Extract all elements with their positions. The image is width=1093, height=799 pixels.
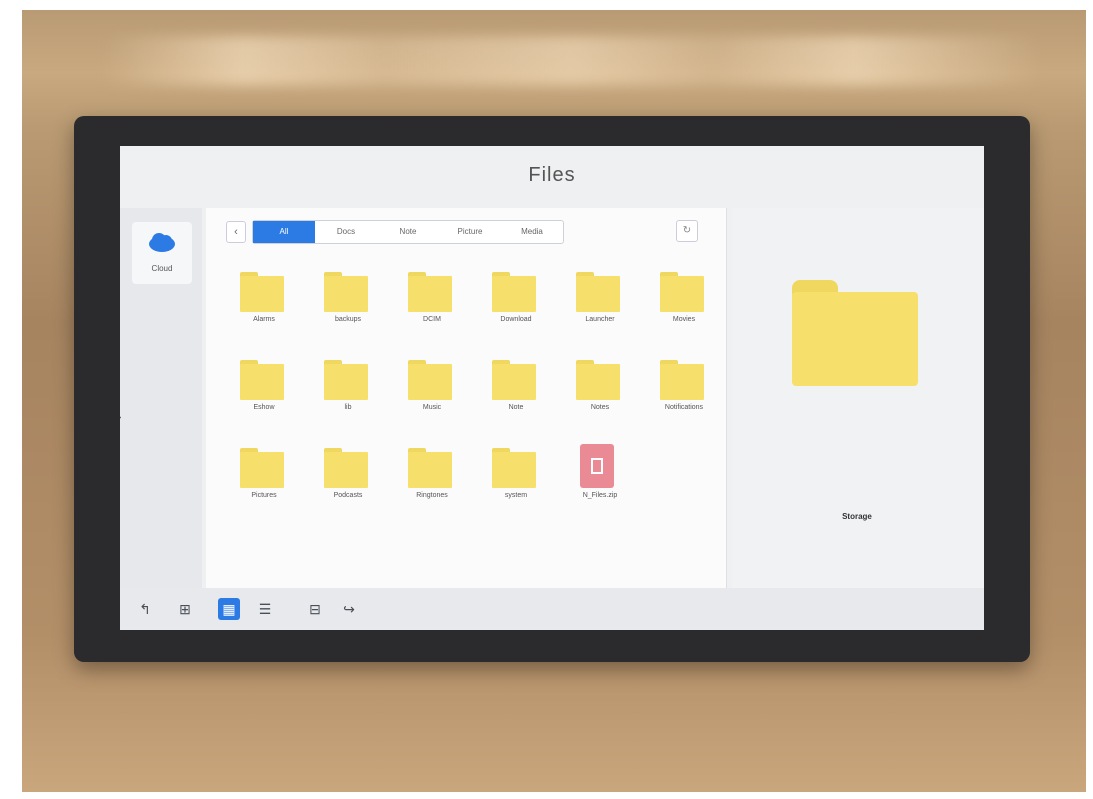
cloud-icon bbox=[149, 233, 175, 252]
folder-item[interactable]: Launcher bbox=[558, 268, 642, 356]
folder-icon bbox=[492, 360, 536, 400]
tab-group: All Docs Note Picture Media bbox=[252, 220, 564, 244]
folder-icon bbox=[660, 360, 704, 400]
tab-all[interactable]: All bbox=[253, 221, 315, 243]
folder-item[interactable]: Ringtones bbox=[390, 444, 474, 532]
filter-tabs: ‹ All Docs Note Picture Media bbox=[226, 220, 564, 244]
file-browser-panel: ‹ All Docs Note Picture Media ↻ Alarms backup… bbox=[206, 208, 727, 608]
screen: Files Cloud › ◂ ‹ AllDocsNotePictureMedi… bbox=[120, 146, 984, 630]
folder-item[interactable]: Note bbox=[474, 356, 558, 444]
file-name: Podcasts bbox=[333, 492, 363, 499]
folder-item[interactable]: DCIM bbox=[390, 268, 474, 356]
zip-file-icon bbox=[580, 444, 614, 488]
file-name: Music bbox=[422, 404, 442, 411]
grid-view-icon[interactable]: ▦ bbox=[218, 598, 240, 620]
folder-icon bbox=[324, 360, 368, 400]
file-name: N_Files.zip bbox=[582, 492, 618, 499]
folder-item[interactable]: system bbox=[474, 444, 558, 532]
folder-icon bbox=[408, 360, 452, 400]
folder-icon bbox=[492, 272, 536, 312]
file-name: Note bbox=[508, 404, 524, 411]
back-button[interactable]: ‹ bbox=[226, 221, 246, 243]
list-view-icon[interactable]: ☰ bbox=[254, 598, 276, 620]
folder-icon bbox=[408, 448, 452, 488]
zip-file-item[interactable]: N_Files.zip bbox=[558, 444, 642, 532]
tab-media[interactable]: Media bbox=[501, 221, 563, 243]
folder-item[interactable]: backups bbox=[306, 268, 390, 356]
folder-item[interactable]: Alarms bbox=[222, 268, 306, 356]
folder-icon bbox=[240, 272, 284, 312]
preview-pane: Storage bbox=[732, 208, 984, 588]
window-icon[interactable]: ⊟ bbox=[304, 598, 326, 620]
folder-icon bbox=[408, 272, 452, 312]
bottom-toolbar: ↰ ⊞ ▦ ☰ ⊟ ↪ bbox=[120, 588, 984, 630]
folder-item[interactable]: Notes bbox=[558, 356, 642, 444]
file-name: DCIM bbox=[423, 316, 441, 323]
file-name: Alarms bbox=[253, 316, 275, 323]
folder-icon bbox=[324, 272, 368, 312]
folder-item[interactable]: Download bbox=[474, 268, 558, 356]
folder-item[interactable]: Notifications bbox=[642, 356, 726, 444]
ceiling-glare bbox=[102, 36, 1042, 86]
file-name: lib bbox=[344, 404, 352, 411]
preview-title: Storage bbox=[842, 512, 872, 521]
sidebar-item-label: Cloud bbox=[151, 264, 173, 273]
folder-icon bbox=[576, 272, 620, 312]
folder-item[interactable]: Pictures bbox=[222, 444, 306, 532]
left-edge-handle[interactable]: › bbox=[120, 412, 121, 423]
file-grid: Alarms backups DCIM Download Launcher Movies E… bbox=[222, 268, 722, 532]
apps-icon[interactable]: ⊞ bbox=[174, 598, 196, 620]
return-icon[interactable]: ↪ bbox=[338, 598, 360, 620]
folder-icon bbox=[576, 360, 620, 400]
folder-item[interactable]: Podcasts bbox=[306, 444, 390, 532]
file-name: Launcher bbox=[585, 316, 615, 323]
refresh-button[interactable]: ↻ bbox=[676, 220, 698, 242]
folder-icon bbox=[240, 448, 284, 488]
file-name: Notifications bbox=[664, 404, 704, 411]
file-name: Movies bbox=[672, 316, 696, 323]
folder-icon bbox=[240, 360, 284, 400]
folder-icon bbox=[492, 448, 536, 488]
file-name: Notes bbox=[590, 404, 610, 411]
folder-item[interactable]: Movies bbox=[642, 268, 726, 356]
folder-item[interactable]: Eshow bbox=[222, 356, 306, 444]
file-name: Eshow bbox=[253, 404, 275, 411]
file-name: backups bbox=[334, 316, 362, 323]
file-name: system bbox=[504, 492, 528, 499]
file-name: Download bbox=[500, 316, 532, 323]
tab-picture[interactable]: Picture bbox=[439, 221, 501, 243]
folder-icon bbox=[660, 272, 704, 312]
large-folder-icon bbox=[792, 280, 918, 386]
folder-icon bbox=[324, 448, 368, 488]
file-name: Ringtones bbox=[416, 492, 448, 499]
back-icon[interactable]: ↰ bbox=[134, 598, 156, 620]
folder-item[interactable]: lib bbox=[306, 356, 390, 444]
tab-note[interactable]: Note bbox=[377, 221, 439, 243]
file-name: Pictures bbox=[251, 492, 277, 499]
folder-item[interactable]: Music bbox=[390, 356, 474, 444]
sidebar: Cloud bbox=[120, 208, 202, 588]
sidebar-item-cloud[interactable]: Cloud bbox=[132, 222, 192, 284]
window-title: Files bbox=[528, 164, 576, 186]
tab-docs[interactable]: Docs bbox=[315, 221, 377, 243]
